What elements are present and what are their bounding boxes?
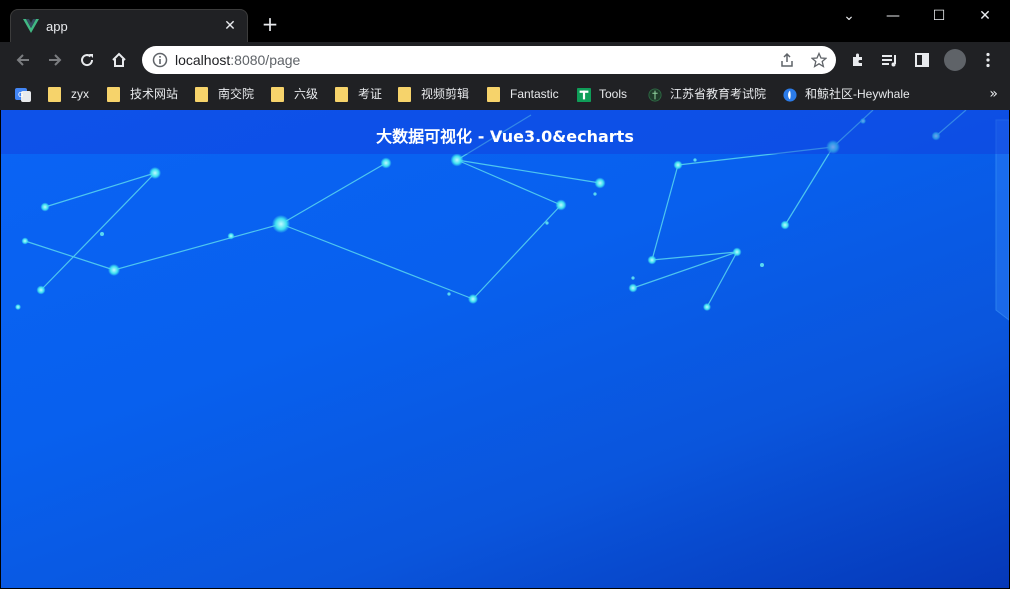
jiangsu-exam-site-icon (648, 88, 662, 102)
home-button[interactable] (106, 47, 132, 73)
folder-icon (335, 87, 348, 103)
bookmark-label: 和鲸社区-Heywhale (805, 87, 910, 101)
bookmark-label: 考证 (358, 87, 383, 101)
bookmark-zyx[interactable]: zyx (48, 84, 89, 104)
bookmark-video-editing[interactable]: 视频剪辑 (398, 84, 469, 104)
bookmark-jiangsu-exam[interactable]: 江苏省教育考试院 (648, 84, 766, 104)
side-panel-icon[interactable] (912, 50, 932, 70)
forward-button[interactable] (42, 47, 68, 73)
reading-list-icon[interactable] (880, 50, 900, 70)
vue-logo-icon (23, 19, 39, 33)
page-header: 大数据可视化 - Vue3.0&echarts (1, 110, 1009, 154)
bookmark-label: 技术网站 (130, 87, 179, 101)
google-translate-icon: G (15, 87, 31, 102)
bookmark-nanjiaoyuan[interactable]: 南交院 (195, 84, 254, 104)
browser-window: app ✕ + ⌄ — ☐ ✕ localhost:8080/page G zy… (0, 0, 1010, 589)
maximize-button[interactable]: ☐ (916, 4, 962, 28)
folder-icon (487, 87, 500, 103)
url-host: localhost (175, 52, 231, 68)
bookmark-label: Tools (599, 87, 628, 101)
extensions-puzzle-icon[interactable] (848, 50, 868, 70)
tab-title: app (46, 19, 68, 34)
tab-close-icon[interactable]: ✕ (221, 17, 239, 35)
bookmarks-bar: G zyx 技术网站 南交院 六级 考证 视频剪辑 Fantastic Tool… (0, 78, 1010, 110)
new-tab-button[interactable]: + (259, 13, 281, 35)
svg-text:G: G (18, 91, 23, 99)
forward-arrow-icon (49, 54, 62, 66)
bookmark-label: 南交院 (218, 87, 255, 101)
bookmark-tools[interactable]: Tools (577, 84, 627, 104)
tools-icon (577, 87, 591, 102)
tab-search-dropdown-icon[interactable]: ⌄ (826, 4, 872, 28)
reload-button[interactable] (74, 47, 100, 73)
tab-app[interactable]: app ✕ (10, 9, 248, 42)
browser-toolbar: localhost:8080/page (0, 42, 1010, 78)
bookmark-heywhale[interactable]: 和鲸社区-Heywhale (783, 84, 910, 104)
apps-shortcut[interactable]: G (14, 84, 40, 104)
menu-kebab-icon[interactable] (978, 50, 998, 70)
bookmark-label: 六级 (294, 87, 319, 101)
bookmark-tech-sites[interactable]: 技术网站 (107, 84, 178, 104)
page-title: 大数据可视化 - Vue3.0&echarts (376, 127, 634, 146)
back-button[interactable] (10, 47, 36, 73)
folder-icon (48, 87, 61, 103)
reload-icon (81, 54, 94, 67)
bookmark-label: 江苏省教育考试院 (670, 87, 767, 101)
heywhale-site-icon (783, 88, 797, 102)
page-viewport: 大数据可视化 - Vue3.0&echarts (1, 110, 1009, 588)
bookmark-certificates[interactable]: 考证 (335, 84, 382, 104)
bookmarks-overflow-button[interactable]: » (989, 84, 998, 104)
close-window-button[interactable]: ✕ (962, 4, 1008, 28)
bookmark-cet6[interactable]: 六级 (271, 84, 318, 104)
site-info-icon[interactable] (152, 52, 168, 68)
tab-strip: app ✕ + ⌄ — ☐ ✕ (0, 0, 1010, 42)
url-port-path: :8080/page (230, 52, 301, 68)
url-text[interactable]: localhost:8080/page (175, 52, 300, 68)
bookmark-label: zyx (71, 87, 89, 101)
profile-avatar[interactable] (944, 49, 966, 71)
minimize-button[interactable]: — (870, 4, 916, 28)
folder-icon (195, 87, 208, 103)
bookmark-label: Fantastic (510, 87, 559, 101)
bookmark-label: 视频剪辑 (421, 87, 470, 101)
share-icon[interactable] (778, 51, 796, 69)
back-arrow-icon (16, 54, 29, 66)
bookmark-fantastic[interactable]: Fantastic (487, 84, 559, 104)
address-bar[interactable]: localhost:8080/page (142, 46, 836, 74)
constellation-background (15, 110, 1009, 321)
folder-icon (398, 87, 411, 103)
home-icon (112, 52, 126, 67)
bookmark-star-icon[interactable] (810, 51, 828, 69)
folder-icon (107, 87, 120, 103)
folder-icon (271, 87, 284, 103)
